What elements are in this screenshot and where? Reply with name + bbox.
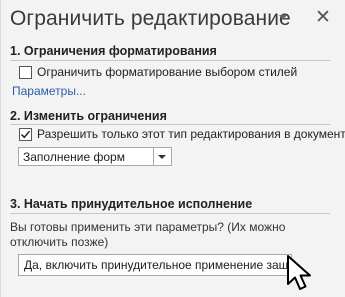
formatting-restriction-label: Ограничить форматирование выбором стилей [37,65,298,79]
mouse-pointer-icon [287,255,311,290]
close-icon[interactable]: ✕ [314,8,332,28]
chevron-down-icon[interactable] [279,15,287,20]
select-separator [153,148,154,165]
checkmark-icon [20,130,31,139]
editing-restriction-label: Разрешить только этот тип редактирования… [37,127,345,141]
divider [10,213,330,214]
settings-link[interactable]: Параметры... [12,84,86,98]
enforcement-description: Вы готовы применить эти параметры? (Их м… [10,220,286,249]
section-enforcement-title: 3. Начать принудительное исполнение [10,197,253,211]
restrict-editing-pane: Ограничить редактирование ✕ 1. Ограничен… [0,0,345,297]
editing-type-value: Заполнение форм [23,150,125,164]
formatting-restriction-checkbox[interactable] [19,66,32,79]
section-editing-title: 2. Изменить ограничения [10,109,167,123]
pane-title: Ограничить редактирование [10,7,291,30]
section-formatting-title: 1. Ограничения форматирования [10,44,217,58]
divider [10,124,330,125]
chevron-down-icon[interactable] [158,155,166,159]
start-enforcement-button[interactable]: Да, включить принудительное применение з… [18,254,292,276]
editing-type-select[interactable]: Заполнение форм [18,147,172,166]
divider [10,60,330,61]
editing-restriction-checkbox[interactable] [19,128,32,141]
